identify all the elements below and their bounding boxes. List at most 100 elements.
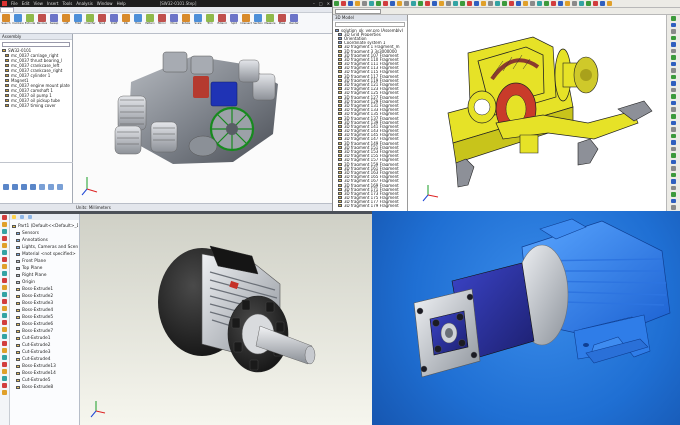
- toolbar-icon[interactable]: [565, 1, 570, 6]
- tree-item[interactable]: Origin: [12, 279, 78, 286]
- toolbar-icon[interactable]: [671, 81, 676, 86]
- ribbon-button[interactable]: Move: [168, 14, 180, 26]
- toolbar-icon[interactable]: [671, 140, 676, 145]
- q1-tool-icon[interactable]: [3, 184, 9, 190]
- tree-item[interactable]: Right Plane: [12, 272, 78, 279]
- ribbon-button[interactable]: Combine: [12, 14, 24, 26]
- tree-item[interactable]: Annotations: [12, 237, 78, 244]
- toolbar-icon[interactable]: [671, 198, 676, 204]
- toolbar-icon[interactable]: [425, 1, 430, 6]
- toolbar-icon[interactable]: [586, 1, 591, 6]
- q1-menu-item[interactable]: Window: [95, 1, 115, 6]
- toolbar-icon[interactable]: [2, 376, 7, 381]
- q1-tool-icon[interactable]: [39, 184, 45, 190]
- toolbar-icon[interactable]: [2, 243, 7, 248]
- ribbon-button[interactable]: Draft: [108, 14, 120, 26]
- tree-item[interactable]: 3D fragment 179 Fragment: [335, 204, 406, 208]
- toolbar-icon[interactable]: [2, 327, 7, 332]
- toolbar-icon[interactable]: [671, 87, 676, 93]
- toolbar-icon[interactable]: [460, 1, 465, 6]
- toolbar-icon[interactable]: [671, 107, 676, 112]
- q1-menu-item[interactable]: Help: [115, 1, 128, 6]
- toolbar-icon[interactable]: [2, 334, 7, 339]
- toolbar-icon[interactable]: [488, 1, 493, 6]
- toolbar-icon[interactable]: [671, 133, 676, 139]
- q2-tree-search[interactable]: [335, 22, 405, 27]
- tree-item[interactable]: Boss-Extrude1: [12, 286, 78, 293]
- toolbar-icon[interactable]: [2, 355, 7, 360]
- toolbar-icon[interactable]: [572, 1, 577, 6]
- tree-item[interactable]: Front Plane: [12, 258, 78, 265]
- toolbar-icon[interactable]: [2, 390, 7, 395]
- ribbon-button[interactable]: Fillet: [72, 14, 84, 26]
- q3-fm-tab-icon[interactable]: [20, 215, 24, 219]
- q1-close-icon[interactable]: ✕: [325, 1, 332, 6]
- toolbar-icon[interactable]: [2, 320, 7, 325]
- toolbar-icon[interactable]: [671, 74, 676, 80]
- tree-item[interactable]: Boss-Extrude2: [12, 293, 78, 300]
- toolbar-icon[interactable]: [2, 222, 7, 227]
- toolbar-icon[interactable]: [671, 127, 676, 132]
- toolbar-icon[interactable]: [671, 22, 676, 28]
- toolbar-icon[interactable]: [355, 1, 360, 6]
- tree-item[interactable]: Cut-Extrude3: [12, 349, 78, 356]
- ribbon-button[interactable]: Hole: [132, 14, 144, 26]
- tree-item[interactable]: Cut-Extrude1: [12, 335, 78, 342]
- toolbar-icon[interactable]: [467, 1, 472, 6]
- toolbar-icon[interactable]: [671, 29, 676, 34]
- toolbar-icon[interactable]: [334, 1, 339, 6]
- toolbar-icon[interactable]: [2, 362, 7, 367]
- q1-tool-icon[interactable]: [57, 184, 63, 190]
- toolbar-icon[interactable]: [671, 159, 676, 165]
- toolbar-icon[interactable]: [671, 113, 676, 119]
- toolbar-icon[interactable]: [593, 1, 598, 6]
- toolbar-icon[interactable]: [671, 16, 676, 21]
- toolbar-icon[interactable]: [671, 172, 676, 178]
- toolbar-icon[interactable]: [2, 306, 7, 311]
- tree-item[interactable]: Boss-Extrude5: [12, 314, 78, 321]
- ribbon-button[interactable]: Render: [288, 14, 300, 26]
- ribbon-button[interactable]: Search: [0, 14, 12, 26]
- ribbon-button[interactable]: Extrude: [24, 14, 36, 26]
- toolbar-icon[interactable]: [411, 1, 416, 6]
- tree-item[interactable]: Cut-Extrude2: [12, 342, 78, 349]
- toolbar-icon[interactable]: [671, 68, 676, 73]
- ribbon-button[interactable]: Trim: [204, 14, 216, 26]
- toolbar-icon[interactable]: [671, 120, 676, 126]
- toolbar-icon[interactable]: [2, 229, 7, 234]
- toolbar-icon[interactable]: [2, 236, 7, 241]
- toolbar-icon[interactable]: [509, 1, 514, 6]
- toolbar-icon[interactable]: [341, 1, 346, 6]
- toolbar-icon[interactable]: [671, 192, 676, 197]
- toolbar-icon[interactable]: [671, 61, 676, 67]
- toolbar-icon[interactable]: [671, 153, 676, 158]
- q1-ribbon-tab-active[interactable]: [0, 7, 14, 12]
- ribbon-button[interactable]: Chamfer: [84, 14, 96, 26]
- ribbon-button[interactable]: Section: [252, 14, 264, 26]
- toolbar-icon[interactable]: [2, 257, 7, 262]
- toolbar-icon[interactable]: [2, 348, 7, 353]
- q1-menu-item[interactable]: View: [31, 1, 45, 6]
- ribbon-button[interactable]: Pattern: [144, 14, 156, 26]
- q2-viewport[interactable]: [408, 15, 666, 211]
- toolbar-icon[interactable]: [671, 100, 676, 106]
- tree-item[interactable]: Material <not specified>: [12, 251, 78, 258]
- ribbon-button[interactable]: Intersect: [240, 14, 252, 26]
- tree-item[interactable]: Boss-Extrude7: [12, 328, 78, 335]
- toolbar-icon[interactable]: [2, 264, 7, 269]
- toolbar-icon[interactable]: [551, 1, 556, 6]
- tree-item[interactable]: Part1 (Default<<Default>_Di: [12, 223, 78, 230]
- q1-tool-icon[interactable]: [21, 184, 27, 190]
- ribbon-button[interactable]: Split: [228, 14, 240, 26]
- toolbar-icon[interactable]: [2, 215, 7, 220]
- q1-menu-item[interactable]: Tools: [60, 1, 74, 6]
- q2-view-select[interactable]: [335, 8, 381, 14]
- q1-menu-item[interactable]: File: [9, 1, 20, 6]
- tree-item[interactable]: Cut-Extrude4: [12, 356, 78, 363]
- tree-item[interactable]: Boss-Extrude8: [12, 384, 78, 391]
- toolbar-icon[interactable]: [2, 292, 7, 297]
- toolbar-icon[interactable]: [671, 146, 676, 152]
- toolbar-icon[interactable]: [671, 205, 676, 210]
- tree-item[interactable]: Boss-Extrude6: [12, 321, 78, 328]
- toolbar-icon[interactable]: [446, 1, 451, 6]
